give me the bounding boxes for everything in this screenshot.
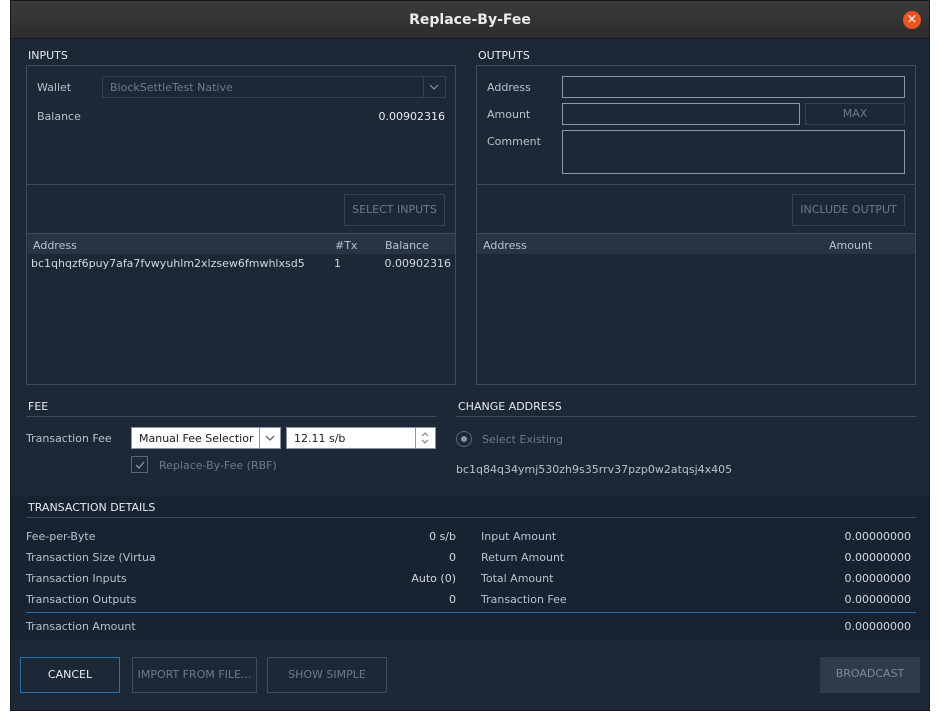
tx-inputs-label: Transaction Inputs — [26, 572, 127, 585]
rbf-dialog: Replace-By-Fee × INPUTS Wallet BlockSett… — [10, 0, 930, 711]
tx-size-label: Transaction Size (Virtua — [26, 551, 156, 564]
total-amount-value: 0.00000000 — [844, 572, 911, 585]
inputs-table-header: Address #Tx Balance — [27, 234, 455, 254]
output-address-input[interactable] — [562, 76, 905, 98]
fee-rate-spinbox[interactable]: 12.11 s/b — [286, 427, 436, 449]
transaction-amount-value: 0.00000000 — [844, 620, 911, 633]
details-divider — [26, 517, 916, 518]
select-inputs-button[interactable]: SELECT INPUTS — [344, 194, 445, 226]
transaction-amount-label: Transaction Amount — [26, 620, 136, 633]
inputs-section-title: INPUTS — [28, 49, 68, 62]
input-row-balance: 0.00902316 — [384, 257, 451, 270]
rbf-label: Replace-By-Fee (RBF) — [159, 459, 277, 472]
change-address-value: bc1q84q34ymj530zh9s35rrv37pzp0w2atqsj4x4… — [456, 463, 733, 476]
fee-divider — [26, 416, 436, 417]
output-amount-label: Amount — [487, 108, 531, 121]
fee-section-title: FEE — [28, 400, 49, 413]
return-amount-label: Return Amount — [481, 551, 565, 564]
show-simple-button[interactable]: SHOW SIMPLE — [267, 657, 387, 693]
output-comment-label: Comment — [487, 135, 541, 148]
outputs-table-header: Address Amount — [477, 234, 915, 254]
outputs-col-address: Address — [483, 239, 527, 252]
fee-select-divider — [259, 428, 260, 448]
tx-size-value: 0 — [449, 551, 456, 564]
fee-selection-select[interactable]: Manual Fee Selectior — [131, 427, 281, 449]
transaction-fee-detail-value: 0.00000000 — [844, 593, 911, 606]
outputs-section-title: OUTPUTS — [478, 49, 530, 62]
max-button[interactable]: MAX — [805, 103, 905, 125]
balance-label: Balance — [37, 110, 81, 123]
checkmark-icon — [135, 461, 145, 469]
tx-outputs-value: 0 — [449, 593, 456, 606]
fee-selection-value: Manual Fee Selectior — [139, 432, 254, 445]
details-total-divider — [26, 612, 916, 613]
outputs-col-amount: Amount — [829, 239, 873, 252]
close-icon[interactable]: × — [903, 11, 921, 29]
chevron-down-icon — [265, 435, 275, 441]
tx-inputs-value: Auto (0) — [411, 572, 456, 585]
radio-dot — [461, 436, 467, 442]
chevron-down-icon — [429, 84, 439, 90]
tx-outputs-label: Transaction Outputs — [26, 593, 137, 606]
include-output-button[interactable]: INCLUDE OUTPUT — [792, 194, 905, 226]
select-existing-radio[interactable] — [456, 431, 472, 447]
title-bar: Replace-By-Fee × — [11, 1, 929, 39]
output-comment-field[interactable] — [562, 130, 905, 174]
transaction-details-title: TRANSACTION DETAILS — [28, 501, 156, 514]
transaction-fee-label: Transaction Fee — [26, 432, 112, 445]
change-address-section-title: CHANGE ADDRESS — [458, 400, 562, 413]
import-from-file-button[interactable]: IMPORT FROM FILE... — [132, 657, 257, 693]
wallet-select-divider — [423, 77, 424, 97]
balance-value: 0.00902316 — [378, 110, 445, 123]
fee-per-byte-value: 0 s/b — [429, 530, 456, 543]
inputs-col-balance: Balance — [385, 239, 429, 252]
input-row-address: bc1qhqzf6puy7afa7fvwyuhlm2xlzsew6fmwhlxs… — [31, 257, 305, 270]
select-existing-label: Select Existing — [482, 433, 564, 446]
fee-rate-value: 12.11 s/b — [294, 432, 346, 445]
input-amount-label: Input Amount — [481, 530, 557, 543]
window-title: Replace-By-Fee — [409, 12, 531, 28]
table-row[interactable]: bc1qhqzf6puy7afa7fvwyuhlm2xlzsew6fmwhlxs… — [27, 255, 455, 273]
rbf-checkbox[interactable] — [131, 456, 148, 473]
output-amount-input[interactable] — [562, 103, 800, 125]
spin-arrows-icon[interactable] — [420, 430, 430, 446]
input-amount-value: 0.00000000 — [844, 530, 911, 543]
return-amount-value: 0.00000000 — [844, 551, 911, 564]
inputs-col-address: Address — [33, 239, 77, 252]
fee-per-byte-label: Fee-per-Byte — [26, 530, 96, 543]
output-address-label: Address — [487, 81, 531, 94]
change-address-divider — [456, 416, 916, 417]
broadcast-button[interactable]: BROADCAST — [820, 657, 920, 693]
wallet-label: Wallet — [37, 81, 72, 94]
inputs-divider — [27, 184, 455, 185]
wallet-select[interactable]: BlockSettleTest Native — [102, 76, 446, 98]
total-amount-label: Total Amount — [481, 572, 554, 585]
spin-divider — [415, 428, 416, 448]
cancel-button[interactable]: CANCEL — [20, 657, 120, 693]
transaction-fee-detail-label: Transaction Fee — [481, 593, 567, 606]
inputs-col-tx: #Tx — [335, 239, 358, 252]
outputs-divider — [477, 184, 915, 185]
wallet-select-value: BlockSettleTest Native — [110, 81, 233, 94]
input-row-tx: 1 — [334, 257, 341, 270]
